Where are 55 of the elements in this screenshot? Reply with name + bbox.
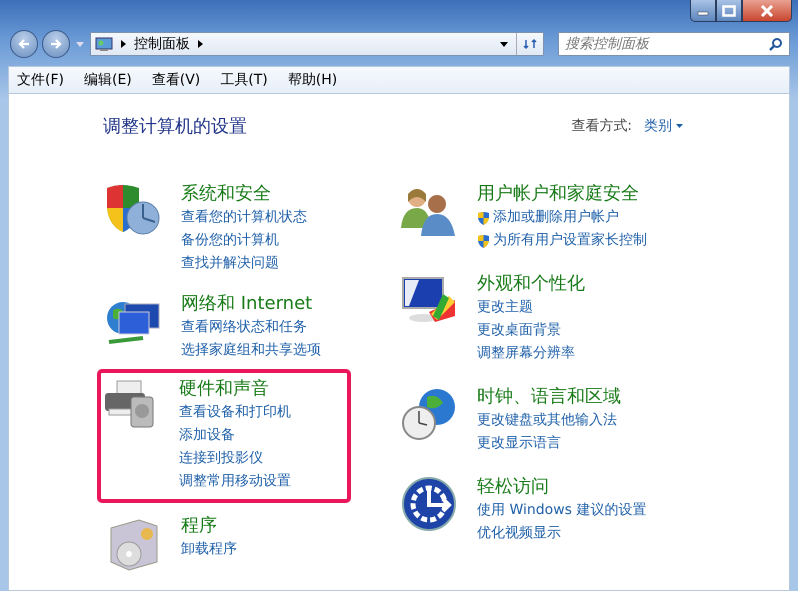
task-link[interactable]: 添加设备 bbox=[179, 424, 235, 447]
task-link[interactable]: 为所有用户设置家长控制 bbox=[493, 229, 647, 252]
menu-item[interactable]: 查看(V) bbox=[152, 71, 200, 89]
breadcrumb-arrow-icon[interactable] bbox=[121, 40, 126, 48]
search-field[interactable]: 搜索控制面板 bbox=[558, 32, 790, 56]
task-link[interactable]: 连接到投影仪 bbox=[179, 447, 263, 470]
search-icon[interactable] bbox=[769, 37, 783, 51]
maximize-button[interactable] bbox=[716, 0, 742, 22]
address-bar[interactable]: 控制面板 bbox=[90, 32, 544, 56]
task-link[interactable]: 调整屏幕分辨率 bbox=[477, 342, 575, 365]
menu-item[interactable]: 工具(T) bbox=[220, 71, 268, 89]
forward-button[interactable] bbox=[42, 30, 70, 58]
category-title[interactable]: 外观和个性化 bbox=[477, 272, 585, 296]
task-link[interactable]: 更改显示语言 bbox=[477, 432, 561, 455]
back-button[interactable] bbox=[10, 30, 38, 58]
menu-item[interactable]: 编辑(E) bbox=[84, 71, 132, 89]
task-link[interactable]: 优化视频显示 bbox=[477, 522, 561, 545]
task-link[interactable]: 查看您的计算机状态 bbox=[181, 206, 307, 229]
refresh-icon[interactable] bbox=[516, 33, 539, 55]
task-link[interactable]: 添加或删除用户帐户 bbox=[493, 206, 619, 229]
task-link[interactable]: 查找并解决问题 bbox=[181, 252, 279, 275]
task-link[interactable]: 调整常用移动设置 bbox=[179, 470, 291, 493]
minimize-button[interactable] bbox=[690, 0, 716, 22]
page-heading: 调整计算机的设置 bbox=[103, 115, 247, 138]
category-title[interactable]: 程序 bbox=[181, 514, 217, 538]
forward-arrow-icon bbox=[49, 38, 63, 50]
accessibility-icon[interactable] bbox=[399, 475, 459, 533]
menu-item[interactable]: 文件(F) bbox=[17, 71, 64, 89]
menu-item[interactable]: 帮助(H) bbox=[288, 71, 338, 89]
category-title[interactable]: 硬件和声音 bbox=[179, 377, 269, 401]
category-title[interactable]: 用户帐户和家庭安全 bbox=[477, 182, 639, 206]
category-title[interactable]: 轻松访问 bbox=[477, 475, 549, 499]
breadcrumb-item[interactable]: 控制面板 bbox=[134, 35, 190, 53]
task-link[interactable]: 查看网络状态和任务 bbox=[181, 316, 307, 339]
task-link[interactable]: 使用 Windows 建议的设置 bbox=[477, 499, 646, 522]
task-link[interactable]: 备份您的计算机 bbox=[181, 229, 279, 252]
task-link[interactable]: 更改主题 bbox=[477, 296, 533, 319]
dropdown-caret-icon[interactable] bbox=[500, 42, 508, 46]
task-link[interactable]: 查看设备和打印机 bbox=[179, 401, 291, 424]
caret-icon bbox=[676, 124, 683, 128]
close-button[interactable] bbox=[742, 0, 792, 22]
control-panel-icon bbox=[95, 36, 113, 52]
task-link[interactable]: 卸载程序 bbox=[181, 538, 237, 561]
close-icon bbox=[760, 4, 774, 16]
back-arrow-icon bbox=[17, 38, 31, 50]
view-by-label: 查看方式: bbox=[571, 117, 632, 135]
task-link[interactable]: 选择家庭组和共享选项 bbox=[181, 339, 321, 362]
category-title[interactable]: 时钟、语言和区域 bbox=[477, 385, 621, 409]
category-title[interactable]: 系统和安全 bbox=[181, 182, 271, 206]
category-title[interactable]: 网络和 Internet bbox=[181, 292, 312, 316]
maximize-icon bbox=[722, 4, 736, 16]
task-link[interactable]: 更改键盘或其他输入法 bbox=[477, 409, 617, 432]
view-by-dropdown[interactable]: 类别 bbox=[644, 117, 683, 135]
task-link[interactable]: 更改桌面背景 bbox=[477, 319, 561, 342]
breadcrumb-arrow-icon[interactable] bbox=[198, 40, 203, 48]
